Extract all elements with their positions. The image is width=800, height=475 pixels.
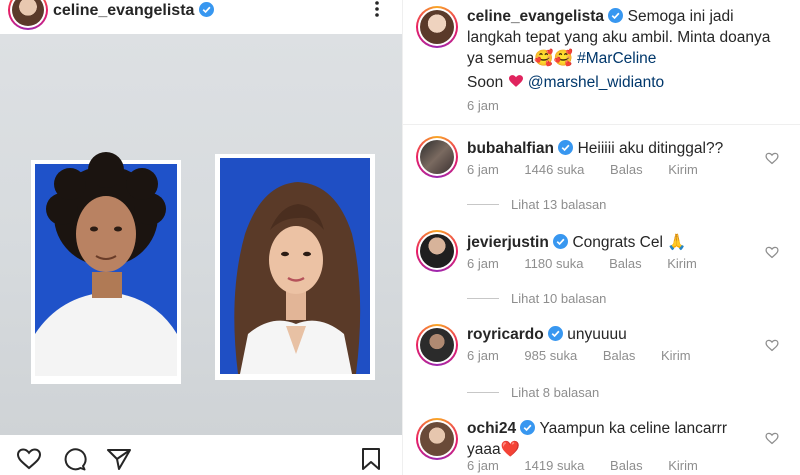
comment-username[interactable]: jevierjustin (467, 234, 549, 251)
verified-icon (553, 234, 569, 249)
comment-time: 6 jam (467, 162, 499, 177)
caption-time: 6 jam (467, 98, 499, 113)
red-heart-icon (508, 75, 523, 87)
comment-likes[interactable]: 1446 suka (524, 162, 584, 177)
reply-button[interactable]: Balas (603, 348, 636, 363)
caption-hashtag[interactable]: #MarCeline (577, 50, 656, 67)
id-photos-image (31, 152, 375, 384)
caption-soon-line: Soon @marshel_widianto (467, 74, 664, 92)
comment-time: 6 jam (467, 348, 499, 363)
id-photo-right (215, 154, 375, 380)
verified-icon (608, 8, 624, 23)
view-replies-button[interactable]: Lihat 13 balasan (467, 197, 606, 212)
send-button[interactable]: Kirim (661, 348, 691, 363)
view-replies-button[interactable]: Lihat 10 balasan (467, 291, 606, 306)
comment-icon[interactable] (61, 447, 87, 471)
reply-button[interactable]: Balas (610, 162, 643, 177)
post-actions (0, 438, 402, 475)
heart-icon[interactable] (16, 447, 42, 471)
comment-avatar[interactable] (416, 136, 458, 178)
author-username[interactable]: celine_evangelista (53, 2, 214, 20)
comment-like-icon[interactable] (765, 152, 779, 165)
comment-username[interactable]: bubahalfian (467, 140, 554, 157)
send-button[interactable]: Kirim (667, 256, 697, 271)
share-icon[interactable] (106, 447, 132, 471)
comments-panel: celine_evangelista Semoga ini jadi langk… (402, 0, 800, 475)
caption: celine_evangelista Semoga ini jadi langk… (403, 0, 800, 125)
verified-icon (547, 326, 563, 341)
caption-divider (403, 124, 800, 125)
verified-icon (558, 140, 574, 155)
post-header: celine_evangelista (0, 0, 402, 34)
comment-body: unyuuuu (567, 326, 627, 343)
comment-text: ochi24 Yaampun ka celine lancarrr yaaa❤️ (467, 418, 737, 460)
caption-soon-text: Soon (467, 74, 504, 91)
send-button[interactable]: Kirim (668, 162, 698, 177)
verified-icon (520, 420, 536, 435)
caption-avatar[interactable] (416, 6, 458, 48)
more-dots-icon[interactable] (370, 0, 384, 20)
bookmark-icon[interactable] (359, 447, 385, 471)
id-photo-left (31, 152, 181, 384)
caption-text: celine_evangelista Semoga ini jadi langk… (467, 6, 787, 69)
comment-likes[interactable]: 985 suka (524, 348, 577, 363)
comment-like-icon[interactable] (765, 432, 779, 445)
author-avatar[interactable] (8, 0, 48, 30)
comment-meta: 6 jam 1180 suka Balas Kirim (467, 256, 719, 271)
comment-text: royricardo unyuuuu (467, 324, 767, 345)
send-button[interactable]: Kirim (668, 458, 698, 473)
reply-button[interactable]: Balas (610, 458, 643, 473)
comment-likes[interactable]: 1180 suka (524, 256, 583, 271)
comment-text: bubahalfian Heiiiii aku ditinggal?? (467, 138, 767, 159)
comment-time: 6 jam (467, 256, 499, 271)
verified-icon (198, 2, 214, 17)
comment-username[interactable]: ochi24 (467, 420, 516, 437)
comment-avatar[interactable] (416, 418, 458, 460)
comment-time: 6 jam (467, 458, 499, 473)
comment-meta: 6 jam 1446 suka Balas Kirim (467, 162, 720, 177)
post-photo[interactable] (0, 34, 402, 435)
view-replies-button[interactable]: Lihat 8 balasan (467, 385, 599, 400)
post-panel: celine_evangelista (0, 0, 402, 475)
comment-text: jevierjustin Congrats Cel 🙏 (467, 232, 767, 253)
comment-avatar[interactable] (416, 230, 458, 272)
comment-body: Heiiiii aku ditinggal?? (577, 140, 724, 157)
comment-body: Congrats Cel 🙏 (572, 234, 687, 251)
comment-like-icon[interactable] (765, 246, 779, 259)
comment-likes[interactable]: 1419 suka (524, 458, 584, 473)
comment-username[interactable]: royricardo (467, 326, 544, 343)
comment-avatar[interactable] (416, 324, 458, 366)
comment-meta: 6 jam 985 suka Balas Kirim (467, 348, 713, 363)
comment-meta: 6 jam 1419 suka Balas Kirim (467, 458, 720, 473)
reply-button[interactable]: Balas (609, 256, 642, 271)
caption-username[interactable]: celine_evangelista (467, 8, 604, 25)
comment-like-icon[interactable] (765, 339, 779, 352)
caption-mention[interactable]: @marshel_widianto (528, 74, 664, 91)
